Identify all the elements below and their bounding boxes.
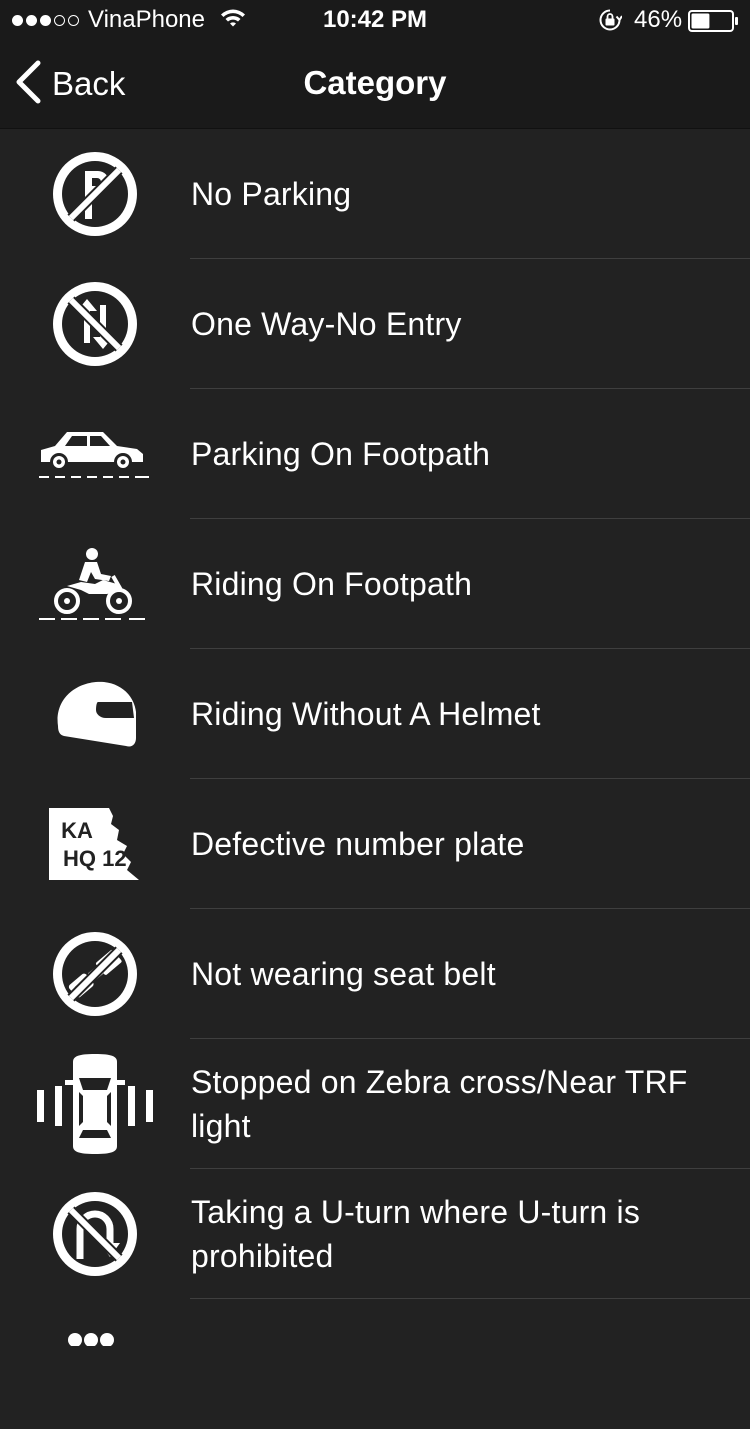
- category-row-not-wearing-seat-belt[interactable]: Not wearing seat belt: [0, 909, 750, 1039]
- number-plate-icon: KA HQ 12: [30, 794, 160, 894]
- status-bar: VinaPhone 10:42 PM 46%: [0, 0, 750, 40]
- motorbike-on-footpath-icon: [30, 534, 160, 634]
- category-row-parking-on-footpath[interactable]: Parking On Footpath: [0, 389, 750, 519]
- category-row-no-u-turn[interactable]: Taking a U-turn where U-turn is prohibit…: [0, 1169, 750, 1299]
- category-label: Riding On Footpath: [191, 566, 473, 602]
- no-seat-belt-icon: [30, 924, 160, 1024]
- no-u-turn-icon: [30, 1184, 160, 1284]
- category-label: Stopped on Zebra cross/Near TRF light: [191, 1064, 688, 1144]
- category-label: Not wearing seat belt: [191, 956, 496, 992]
- category-row-partial[interactable]: [0, 1299, 750, 1429]
- category-label: No Parking: [191, 176, 352, 212]
- navigation-bar: Back Category: [0, 40, 750, 129]
- plate-line-2: HQ 12: [63, 846, 127, 871]
- category-row-stopped-on-zebra-cross[interactable]: Stopped on Zebra cross/Near TRF light: [0, 1039, 750, 1169]
- category-label: Defective number plate: [191, 826, 525, 862]
- car-on-zebra-crossing-icon: [30, 1054, 160, 1154]
- page-title: Category: [303, 64, 447, 101]
- category-row-riding-without-helmet[interactable]: Riding Without A Helmet: [0, 649, 750, 779]
- category-list: No Parking One Way-No Entry Parking On F…: [0, 129, 750, 1429]
- car-on-footpath-icon: [30, 404, 160, 504]
- category-row-riding-on-footpath[interactable]: Riding On Footpath: [0, 519, 750, 649]
- category-row-defective-number-plate[interactable]: KA HQ 12 Defective number plate: [0, 779, 750, 909]
- battery-percent: 46%: [634, 6, 683, 33]
- helmet-icon: [30, 664, 160, 764]
- category-label: Parking On Footpath: [191, 436, 491, 472]
- category-row-one-way-no-entry[interactable]: One Way-No Entry: [0, 259, 750, 389]
- category-label: Taking a U-turn where U-turn is prohibit…: [191, 1194, 641, 1274]
- more-icon: [30, 1314, 160, 1414]
- category-label: One Way-No Entry: [191, 306, 462, 342]
- rotation-lock-icon: [598, 8, 623, 37]
- category-label: Riding Without A Helmet: [191, 696, 541, 732]
- plate-line-1: KA: [61, 818, 93, 843]
- category-row-no-parking[interactable]: No Parking: [0, 129, 750, 259]
- battery-icon: [688, 10, 740, 37]
- one-way-no-entry-icon: [30, 274, 160, 374]
- no-parking-icon: [30, 144, 160, 244]
